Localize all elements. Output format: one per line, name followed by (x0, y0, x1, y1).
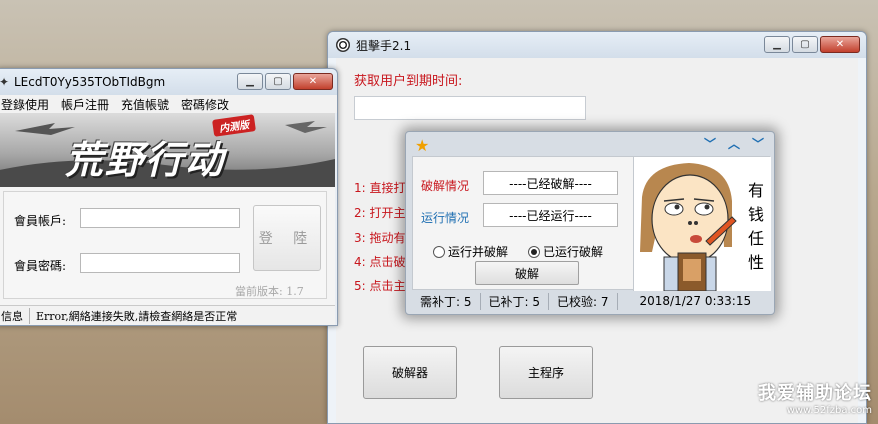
radio-dot[interactable] (433, 245, 445, 258)
sniper-titlebar[interactable]: 狙擊手2.1 ▁ ▢ ✕ (328, 32, 866, 58)
radio-label: 运行并破解 (448, 245, 509, 259)
step-1: 1: 直接打 (354, 181, 406, 195)
cartoon-text-3: 任 (747, 229, 764, 248)
crosshair-icon (336, 38, 350, 52)
close-chevron-icon[interactable]: ﹀ (752, 135, 764, 152)
status-patched: 已补丁: 5 (481, 292, 549, 310)
main-program-button[interactable]: 主程序 (499, 346, 593, 399)
expire-label: 获取用户到期时间: (354, 74, 463, 89)
menu-recharge[interactable]: 充值帳號 (115, 96, 175, 113)
window-title: 狙擊手2.1 (356, 38, 412, 53)
status-verified: 已校验: 7 (549, 292, 618, 310)
run-status-label: 运行情况 (421, 211, 470, 225)
chevron-up-icon[interactable]: ︿ (728, 135, 740, 152)
version-text: 當前版本: 1.7 (235, 285, 304, 298)
login-window: ✦ LEcdT0Yy535TObTIdBgm ▁ ▢ ✕ 登錄使用 帳戶注冊 充… (0, 68, 338, 326)
app-icon: ✦ (0, 75, 10, 89)
minimize-button[interactable]: ▁ (764, 36, 790, 53)
login-menubar: 登錄使用 帳戶注冊 充值帳號 密碼修改 (0, 95, 337, 113)
login-statusbar: 信息 Error,網絡連接失敗,請檢查網絡是否正常 (0, 305, 335, 325)
crack-popup: ★ ﹀ ︿ ﹀ 破解情况 ----已经破解---- 运行情况 ----已经运行-… (405, 131, 775, 315)
radio-already-running[interactable]: 已运行破解 (528, 243, 603, 260)
crack-button[interactable]: 破解 (475, 261, 579, 285)
maximize-button[interactable]: ▢ (792, 36, 818, 53)
radio-run-and-crack[interactable]: 运行并破解 (433, 243, 508, 260)
maximize-icon: ▢ (273, 76, 283, 87)
crack-status-label: 破解情况 (421, 179, 470, 193)
menu-change-password[interactable]: 密碼修改 (175, 96, 235, 113)
chevron-down-icon[interactable]: ﹀ (704, 135, 716, 152)
site-watermark: 我爱辅助论坛 www.52fzba.com (758, 379, 872, 416)
cartoon-text-2: 钱 (747, 205, 764, 224)
run-status-field: ----已经运行---- (483, 203, 618, 227)
login-close-button[interactable]: ✕ (293, 73, 333, 90)
minimize-icon: ▁ (246, 76, 254, 87)
radio-label: 已运行破解 (543, 245, 604, 259)
radio-dot-selected[interactable] (528, 245, 540, 258)
minimize-icon: ▁ (773, 39, 781, 50)
close-button[interactable]: ✕ (820, 36, 860, 53)
game-banner: 荒野行动 内测版 (0, 113, 335, 187)
star-icon: ★ (415, 136, 430, 155)
status-error-message: Error,網絡連接失敗,請檢查網絡是否正常 (36, 309, 238, 323)
cracker-button[interactable]: 破解器 (363, 346, 457, 399)
cartoon-text-1: 有 (747, 181, 764, 200)
popup-titlebar[interactable]: ★ ﹀ ︿ ﹀ (406, 132, 774, 156)
login-window-title: LEcdT0Yy535TObTIdBgm (14, 75, 166, 89)
menu-register[interactable]: 帳戶注冊 (55, 96, 115, 113)
password-input[interactable] (80, 253, 240, 273)
step-5: 5: 点击主 (354, 279, 406, 293)
status-info-label: 信息 (0, 307, 30, 324)
popup-body: 破解情况 ----已经破解---- 运行情况 ----已经运行---- 运行并破… (412, 156, 771, 291)
cartoon-text-4: 性 (747, 253, 764, 272)
step-4: 4: 点击破 (354, 255, 406, 269)
banner-game-title: 荒野行动 (65, 138, 226, 182)
expire-input[interactable] (354, 96, 586, 120)
maximize-icon: ▢ (800, 39, 810, 50)
close-icon: ✕ (308, 76, 318, 87)
watermark-title: 我爱辅助论坛 (758, 383, 872, 404)
step-3: 3: 拖动有 (354, 231, 406, 245)
cartoon-image: 有 钱 任 性 (633, 157, 771, 291)
status-datetime: 2018/1/27 0:33:15 (639, 294, 752, 308)
login-button[interactable]: 登 陸 (253, 205, 321, 271)
login-maximize-button[interactable]: ▢ (265, 73, 291, 90)
watermark-url: www.52fzba.com (786, 405, 872, 416)
status-need-patch: 需补丁: 5 (412, 292, 481, 310)
login-panel: 會員帳戶: 會員密碼: 登 陸 當前版本: 1.7 (3, 191, 327, 299)
account-input[interactable] (80, 208, 240, 228)
account-label: 會員帳戶: (14, 214, 67, 228)
login-minimize-button[interactable]: ▁ (237, 73, 263, 90)
step-2: 2: 打开主 (354, 206, 406, 220)
menu-login[interactable]: 登錄使用 (0, 96, 55, 113)
close-icon: ✕ (835, 39, 845, 50)
popup-statusbar: 需补丁: 5 已补丁: 5 已校验: 7 2018/1/27 0:33:15 (412, 291, 770, 311)
login-body: 會員帳戶: 會員密碼: 登 陸 當前版本: 1.7 (0, 187, 335, 305)
login-titlebar[interactable]: ✦ LEcdT0Yy535TObTIdBgm ▁ ▢ ✕ (0, 69, 337, 95)
password-label: 會員密碼: (14, 259, 67, 273)
crack-status-field: ----已经破解---- (483, 171, 618, 195)
